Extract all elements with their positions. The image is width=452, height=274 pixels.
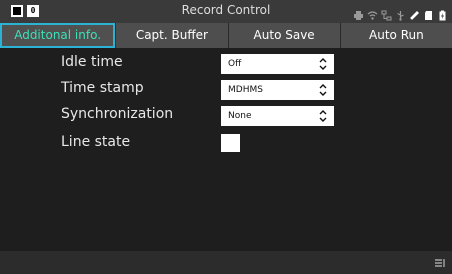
up-down-chevron-icon bbox=[319, 110, 327, 122]
idle-time-value: Off bbox=[228, 59, 242, 69]
tab-capt-buffer[interactable]: Capt. Buffer bbox=[115, 23, 227, 48]
tab-bar: Additonal info. Capt. Buffer Auto Save A… bbox=[0, 23, 452, 48]
up-down-chevron-icon bbox=[319, 84, 327, 96]
tab-additonal-info[interactable]: Additonal info. bbox=[0, 23, 116, 48]
printer-icon bbox=[353, 6, 364, 20]
time-stamp-select[interactable]: MDHMS bbox=[221, 80, 334, 100]
line-state-label: Line state bbox=[61, 134, 131, 150]
time-stamp-value: MDHMS bbox=[228, 85, 263, 95]
tab-auto-save[interactable]: Auto Save bbox=[227, 23, 340, 48]
title-bar: 0 Record Control bbox=[0, 0, 452, 23]
tab-auto-run[interactable]: Auto Run bbox=[339, 23, 452, 48]
battery-icon bbox=[437, 6, 448, 21]
usb-icon bbox=[395, 6, 406, 21]
network-icon bbox=[381, 6, 392, 21]
setting-row-line-state: Line state bbox=[0, 133, 452, 155]
synchronization-label: Synchronization bbox=[61, 106, 174, 122]
synchronization-select[interactable]: None bbox=[221, 106, 334, 126]
time-stamp-label: Time stamp bbox=[61, 80, 144, 96]
idle-time-select[interactable]: Off bbox=[221, 54, 334, 74]
status-icons bbox=[353, 4, 448, 21]
up-down-chevron-icon bbox=[319, 58, 327, 70]
line-state-checkbox[interactable] bbox=[221, 134, 240, 152]
wifi-icon bbox=[367, 6, 378, 20]
setting-row-time-stamp: Time stamp MDHMS bbox=[0, 79, 452, 101]
synchronization-value: None bbox=[228, 111, 252, 121]
setting-row-synchronization: Synchronization None bbox=[0, 105, 452, 127]
idle-time-label: Idle time bbox=[61, 54, 123, 70]
setting-row-idle-time: Idle time Off bbox=[0, 53, 452, 75]
menu-icon[interactable] bbox=[434, 257, 446, 269]
pen-icon bbox=[409, 6, 420, 20]
bottom-bar bbox=[0, 251, 452, 274]
sd-card-icon bbox=[423, 6, 434, 20]
